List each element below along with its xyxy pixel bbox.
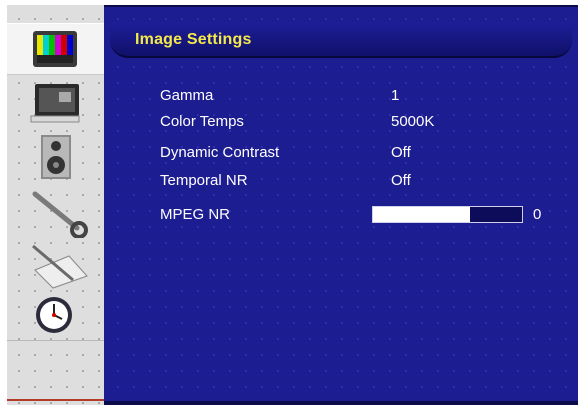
sidebar-item-setup[interactable] — [7, 185, 104, 238]
sidebar — [7, 5, 105, 405]
main-panel: Image Settings Gamma 1 Color Temps 5000K… — [104, 5, 578, 405]
setting-row-dynamic-contrast[interactable]: Dynamic Contrast Off — [104, 141, 578, 165]
setting-label: MPEG NR — [160, 206, 231, 223]
setting-row-mpeg-nr[interactable]: MPEG NR 0 — [104, 203, 578, 227]
setting-value: 1 — [391, 87, 400, 104]
sidebar-item-screen[interactable] — [7, 77, 104, 127]
tv-test-pattern-icon — [33, 31, 77, 67]
sidebar-item-audio[interactable] — [7, 130, 104, 180]
header: Image Settings — [104, 18, 578, 62]
wrench-icon — [32, 191, 88, 238]
setting-value: 5000K — [391, 113, 435, 130]
setting-label: Gamma — [160, 87, 214, 104]
mpeg-nr-slider-fill — [373, 207, 470, 222]
speaker-icon — [41, 135, 71, 179]
top-divider — [104, 5, 578, 7]
pen-notepad-icon — [32, 244, 88, 289]
setting-row-gamma[interactable]: Gamma 1 — [104, 84, 578, 108]
sidebar-empty-slot — [7, 340, 104, 401]
sidebar-item-clock[interactable] — [7, 288, 104, 338]
mpeg-nr-slider[interactable] — [372, 206, 523, 223]
osd-menu: Image Settings Gamma 1 Color Temps 5000K… — [0, 0, 583, 407]
setting-value: Off — [391, 172, 411, 189]
setting-value: Off — [391, 144, 411, 161]
sidebar-item-image[interactable] — [7, 23, 104, 75]
page-title: Image Settings — [135, 31, 252, 48]
sidebar-item-options[interactable] — [7, 237, 104, 289]
monitor-icon — [30, 84, 80, 123]
setting-label: Dynamic Contrast — [160, 144, 280, 161]
setting-label: Color Temps — [160, 113, 244, 130]
setting-row-color-temps[interactable]: Color Temps 5000K — [104, 110, 578, 134]
bottom-divider — [104, 401, 578, 405]
setting-label: Temporal NR — [160, 172, 248, 189]
clock-icon — [36, 297, 72, 333]
setting-row-temporal-nr[interactable]: Temporal NR Off — [104, 169, 578, 193]
mpeg-nr-value: 0 — [533, 206, 542, 223]
